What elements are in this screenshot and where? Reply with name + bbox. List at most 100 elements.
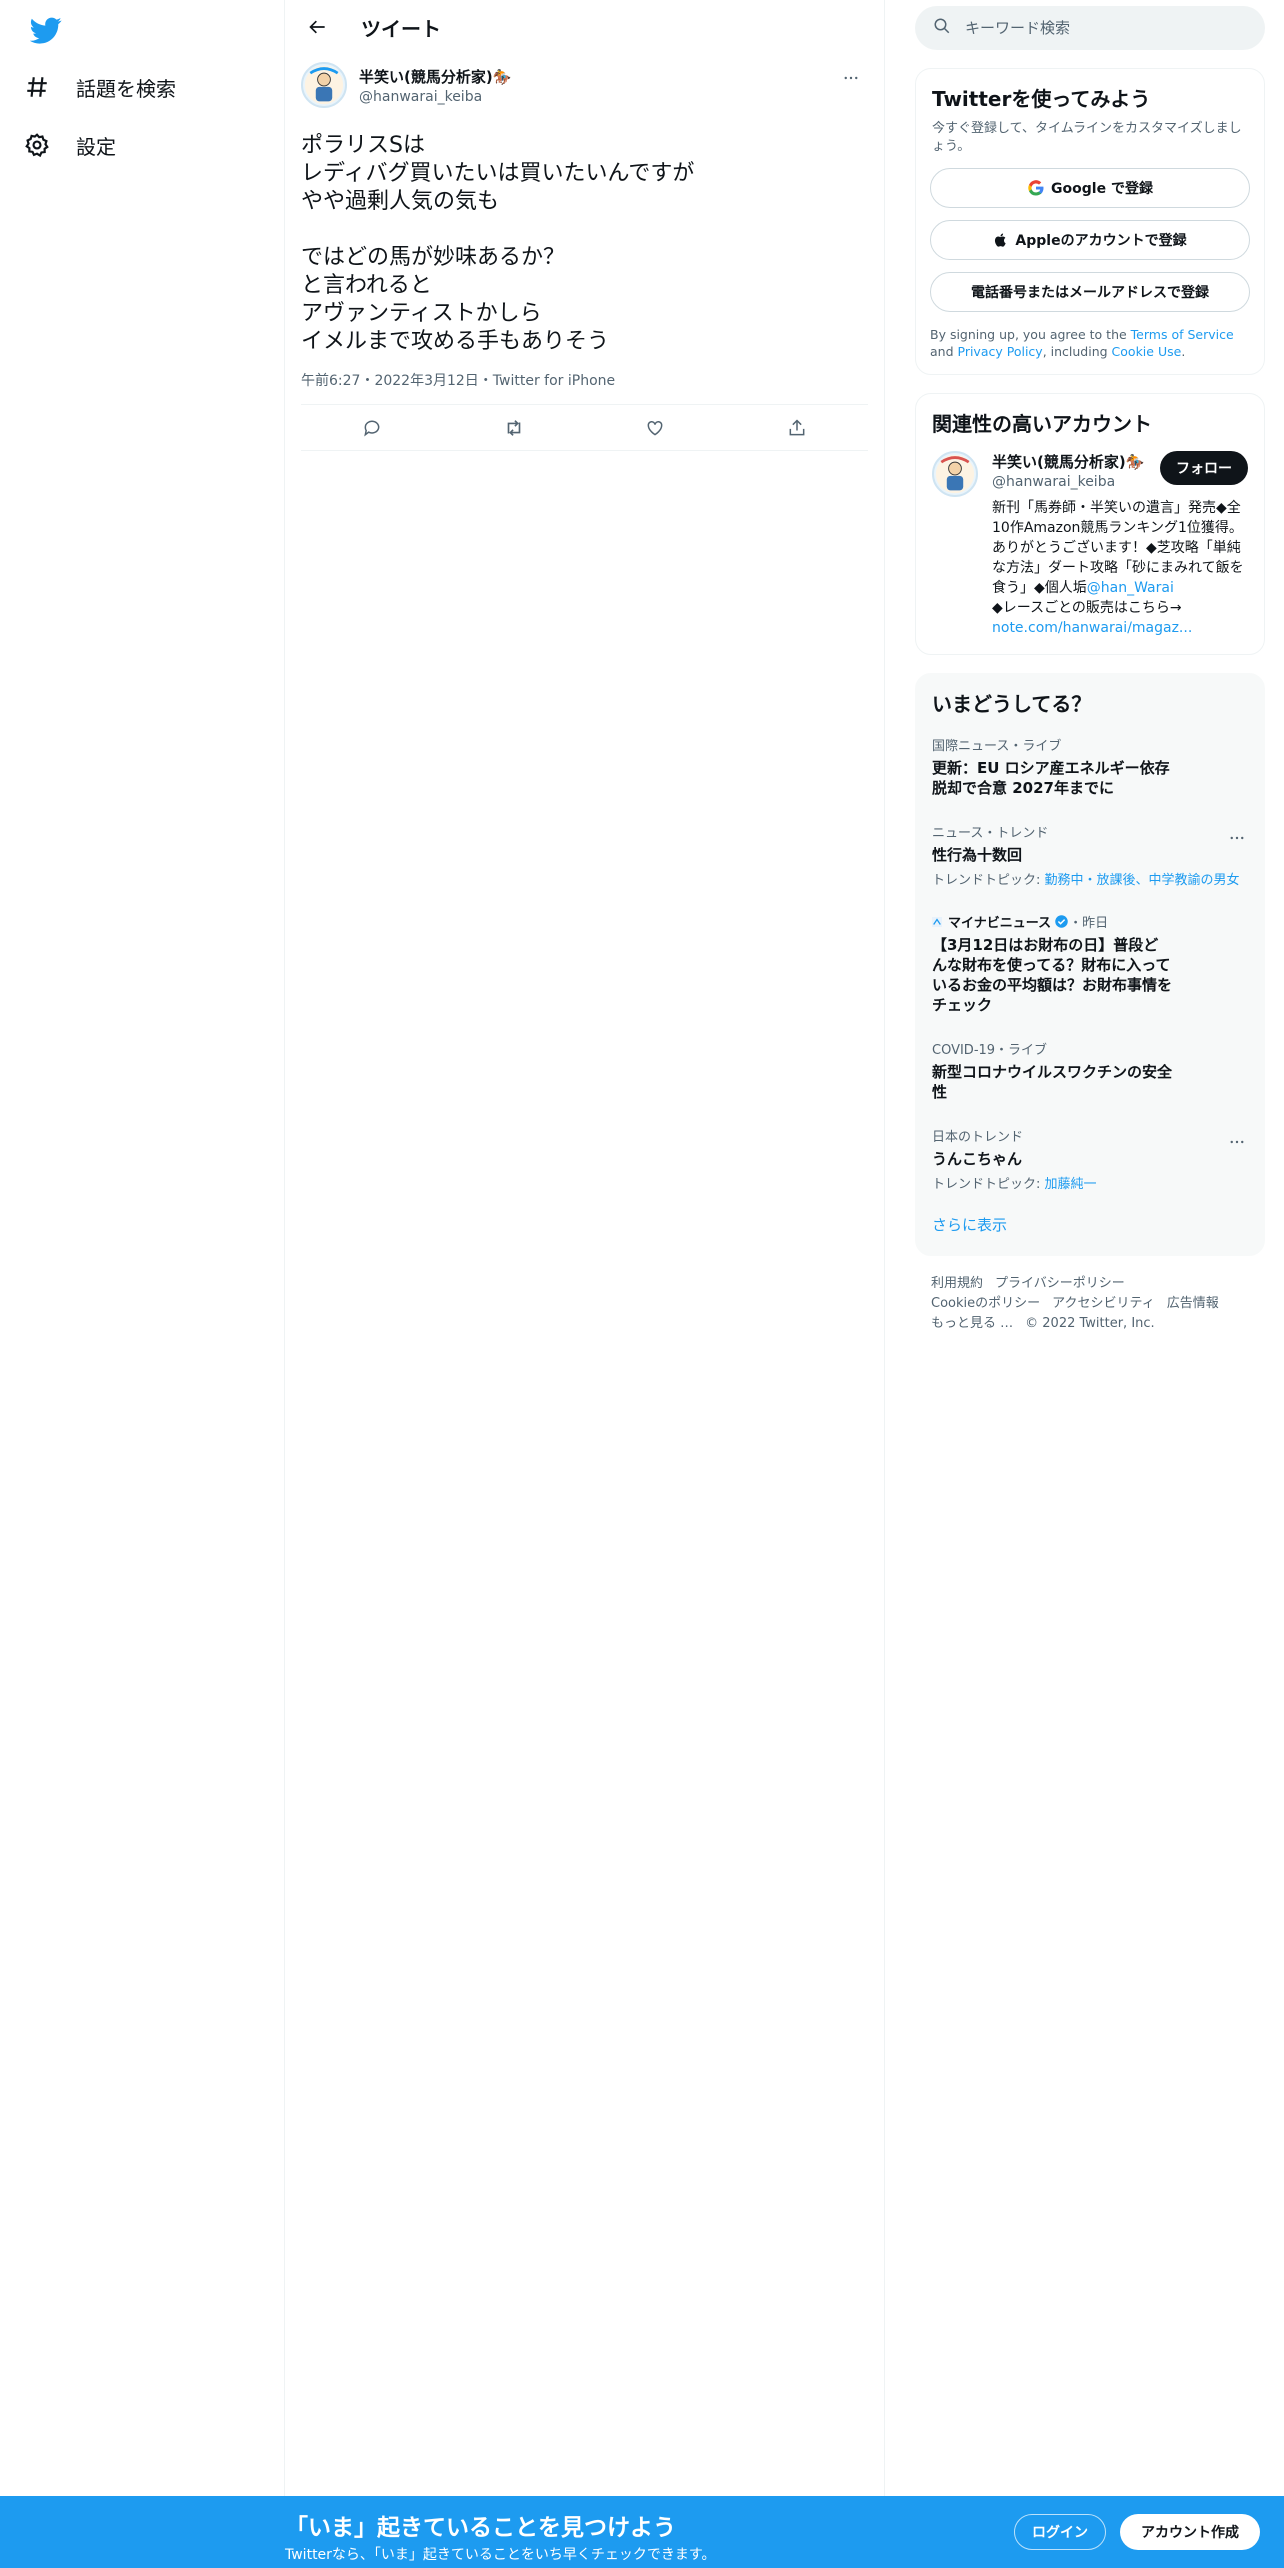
footer-link-cookie[interactable]: Cookieのポリシー	[931, 1296, 1040, 1311]
trend-title: 【3月12日はお財布の日】普段どんな財布を使ってる？財布に入っているお金の平均額…	[932, 936, 1173, 1014]
tweet-text: ポラリスSは レディバグ買いたいは買いたいんですが やや過剰人気の気も ではどの…	[301, 133, 695, 354]
google-icon	[1027, 179, 1045, 197]
like-icon[interactable]	[637, 410, 673, 446]
sidebar-item-label: 設定	[76, 134, 116, 159]
more-icon[interactable]	[836, 66, 866, 90]
arrow-left-icon[interactable]	[301, 10, 335, 44]
news-source-icon	[932, 916, 942, 927]
trend-title: 新型コロナウイルスワクチンの安全性	[932, 1063, 1173, 1101]
terms-text: , including	[1042, 344, 1112, 359]
bio-text: ◆レースごとの販売はこちら→	[992, 600, 1182, 616]
more-icon[interactable]	[1222, 826, 1252, 850]
signup-button[interactable]: アカウント作成	[1120, 2514, 1260, 2550]
bottom-signup-bar: 「いま」起きていることを見つけよう Twitterなら、「いま」起きていることを…	[0, 2496, 1284, 2568]
trend-topic-label: トレンドトピック:	[932, 1177, 1045, 1192]
footer-link-terms[interactable]: 利用規約	[931, 1276, 983, 1291]
terms-text: By signing up, you agree to the	[930, 327, 1131, 342]
footer-link-accessibility[interactable]: アクセシビリティ	[1052, 1296, 1155, 1311]
trend-title: 更新：EU ロシア産エネルギー依存脱却で合意 2027年までに	[932, 759, 1170, 797]
tweet-author: 半笑い(競馬分析家)🏇 @hanwarai_keiba	[301, 62, 868, 118]
twitter-bird-icon[interactable]	[29, 14, 66, 46]
trends-card: いまどうしてる？ 国際ニュース・ライブ 更新：EU ロシア産エネルギー依存脱却で…	[915, 673, 1265, 1256]
follow-button[interactable]: フォロー	[1160, 451, 1248, 485]
related-title: 関連性の高いアカウント	[932, 412, 1152, 436]
verified-icon	[1054, 914, 1069, 929]
trend-item[interactable]: マイナビニュース ・昨日 【3月12日はお財布の日】普段どんな財布を使ってる？財…	[916, 902, 1264, 1029]
phone-email-signup-button[interactable]: 電話番号またはメールアドレスで登録	[930, 272, 1250, 312]
trend-context: マイナビニュース ・昨日	[932, 912, 1248, 931]
trend-item[interactable]: ニュース・トレンド 性行為十数回 トレンドトピック: 勤務中・放課後、中学教諭の…	[916, 812, 1264, 902]
gear-icon	[22, 130, 52, 160]
search-input[interactable]	[965, 19, 1225, 37]
trend-context: 日本のトレンド	[932, 1130, 1024, 1145]
left-sidebar: 話題を検索 設定	[0, 0, 285, 2568]
footer-link-ads[interactable]: 広告情報	[1167, 1296, 1219, 1311]
apple-icon	[993, 231, 1009, 249]
avatar[interactable]	[301, 62, 347, 108]
trend-item[interactable]: 日本のトレンド うんこちゃん トレンドトピック: 加藤純一	[916, 1116, 1264, 1206]
trend-title: 性行為十数回	[932, 846, 1023, 864]
apple-signup-button[interactable]: Appleのアカウントで登録	[930, 220, 1250, 260]
copyright: © 2022 Twitter, Inc.	[1025, 1316, 1155, 1331]
more-icon[interactable]	[1222, 1130, 1252, 1154]
phone-signup-label: 電話番号またはメールアドレスで登録	[971, 285, 1209, 301]
bio-mention-link[interactable]: @han_Warai	[1087, 580, 1174, 596]
signup-card: Twitterを使ってみよう 今すぐ登録して、タイムラインをカスタマイズしましょ…	[915, 68, 1265, 375]
search-icon	[933, 17, 951, 39]
trend-context: ニュース・トレンド	[932, 826, 1049, 841]
page-title: ツイート	[361, 16, 441, 41]
main-column: ツイート 半笑い(競馬分析家)🏇 @hanwarai_keiba ポラリスSは …	[285, 0, 885, 2568]
sidebar-item-explore[interactable]: 話題を検索	[22, 62, 176, 112]
trend-topic: トレンドトピック: 勤務中・放課後、中学教諭の男女	[932, 869, 1248, 888]
sidebar-item-settings[interactable]: 設定	[22, 120, 116, 170]
share-icon[interactable]	[779, 410, 815, 446]
google-signup-button[interactable]: Google で登録	[930, 168, 1250, 208]
author-name[interactable]: 半笑い(競馬分析家)🏇	[359, 66, 511, 87]
trend-topic: トレンドトピック: 加藤純一	[932, 1173, 1248, 1192]
signup-terms: By signing up, you agree to the Terms of…	[916, 312, 1264, 374]
right-column: Twitterを使ってみよう 今すぐ登録して、タイムラインをカスタマイズしましょ…	[915, 0, 1265, 1352]
terms-text: and	[930, 344, 958, 359]
tweet-timestamp[interactable]: 午前6:27・2022年3月12日・Twitter for iPhone	[301, 370, 868, 405]
trend-item[interactable]: 国際ニュース・ライブ 更新：EU ロシア産エネルギー依存脱却で合意 2027年ま…	[916, 725, 1264, 812]
news-time: ・昨日	[1069, 916, 1109, 931]
author-handle[interactable]: @hanwarai_keiba	[359, 89, 511, 105]
cookie-use-link[interactable]: Cookie Use	[1112, 344, 1182, 359]
related-bio: 新刊「馬券師・半笑いの遺言」発売◆全10作Amazon競馬ランキング1位獲得。あ…	[992, 498, 1248, 638]
search-box[interactable]	[915, 6, 1265, 50]
footer-link-privacy[interactable]: プライバシーポリシー	[995, 1276, 1125, 1291]
header: ツイート	[285, 0, 884, 54]
tweet: 半笑い(競馬分析家)🏇 @hanwarai_keiba ポラリスSは レディバグ…	[285, 62, 884, 451]
signup-title: Twitterを使ってみよう	[932, 87, 1151, 111]
sidebar-item-label: 話題を検索	[76, 76, 176, 101]
trend-context: COVID-19・ライブ	[932, 1043, 1048, 1058]
reply-icon[interactable]	[354, 410, 390, 446]
google-signup-label: Google で登録	[1051, 181, 1153, 197]
related-accounts-card: 関連性の高いアカウント 半笑い(競馬分析家)🏇 @hanwarai_keiba …	[915, 393, 1265, 655]
signup-subtitle: 今すぐ登録して、タイムラインをカスタマイズしましょう。	[932, 121, 1242, 154]
terms-of-service-link[interactable]: Terms of Service	[1131, 327, 1234, 342]
retweet-icon[interactable]	[496, 410, 532, 446]
trend-context: 国際ニュース・ライブ	[932, 739, 1062, 754]
bottom-bar-subtitle: Twitterなら、「いま」起きていることをいち早くチェックできます。	[285, 2547, 716, 2563]
show-more-link[interactable]: さらに表示	[916, 1206, 1264, 1255]
trend-item[interactable]: COVID-19・ライブ 新型コロナウイルスワクチンの安全性	[916, 1029, 1264, 1116]
avatar[interactable]	[932, 451, 978, 497]
login-button[interactable]: ログイン	[1014, 2514, 1106, 2550]
tweet-actions	[301, 405, 868, 451]
hashtag-icon	[22, 72, 52, 102]
footer: 利用規約 プライバシーポリシー Cookieのポリシー アクセシビリティ 広告情報 も…	[915, 1256, 1265, 1352]
bottom-bar-title: 「いま」起きていることを見つけよう	[285, 2515, 676, 2541]
privacy-policy-link[interactable]: Privacy Policy	[958, 344, 1043, 359]
trend-topic-link[interactable]: 加藤純一	[1045, 1177, 1097, 1192]
trends-title: いまどうしてる？	[932, 692, 1092, 716]
news-source-name: マイナビニュース	[948, 916, 1052, 931]
related-account[interactable]: 半笑い(競馬分析家)🏇 @hanwarai_keiba 新刊「馬券師・半笑いの遺…	[916, 437, 1264, 654]
terms-text: .	[1181, 344, 1186, 359]
apple-signup-label: Appleのアカウントで登録	[1015, 233, 1187, 249]
trend-topic-label: トレンドトピック:	[932, 873, 1045, 888]
footer-link-more[interactable]: もっと見る …	[931, 1316, 1013, 1331]
bio-url-link[interactable]: note.com/hanwarai/magaz...	[992, 620, 1192, 636]
trend-title: うんこちゃん	[932, 1150, 1023, 1168]
trend-topic-link[interactable]: 勤務中・放課後、中学教諭の男女	[1045, 873, 1240, 888]
